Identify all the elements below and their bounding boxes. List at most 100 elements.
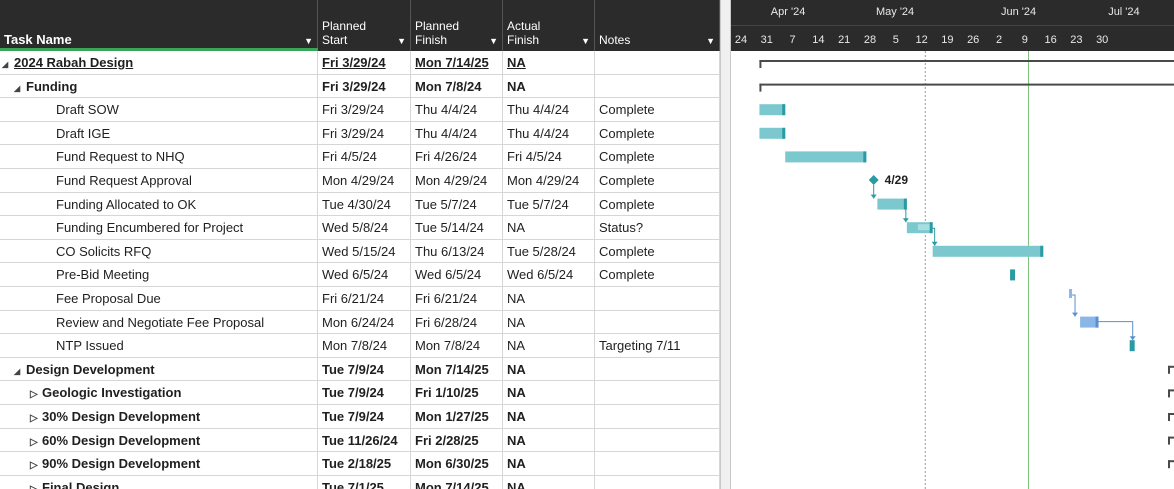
cell-actual[interactable]: NA [503, 334, 595, 358]
expand-toggle-icon[interactable]: ▷ [30, 407, 42, 428]
cell-notes[interactable]: Complete [595, 169, 720, 193]
cell-name[interactable]: ▷Final Design [0, 475, 318, 489]
cell-start[interactable]: Tue 4/30/24 [318, 192, 411, 217]
cell-name[interactable]: Draft SOW [0, 98, 318, 122]
cell-notes[interactable] [595, 74, 720, 99]
cell-actual[interactable]: NA [503, 51, 595, 75]
cell-name[interactable]: NTP Issued [0, 334, 318, 358]
cell-finish[interactable]: Thu 4/4/24 [411, 98, 503, 122]
column-header-planned-start[interactable]: Planned Start ▼ [318, 0, 411, 51]
expand-toggle-icon[interactable]: ▷ [30, 431, 42, 452]
cell-start[interactable]: Wed 5/8/24 [318, 216, 411, 240]
cell-notes[interactable]: Complete [595, 239, 720, 264]
cell-finish[interactable]: Thu 4/4/24 [411, 121, 503, 146]
dropdown-arrow-icon[interactable]: ▼ [706, 36, 715, 46]
cell-notes[interactable] [595, 428, 720, 453]
cell-notes[interactable]: Complete [595, 121, 720, 146]
cell-actual[interactable]: NA [503, 216, 595, 240]
cell-name[interactable]: Funding Allocated to OK [0, 192, 318, 217]
collapse-toggle-icon[interactable]: ◢ [2, 53, 14, 74]
cell-actual[interactable]: Mon 4/29/24 [503, 169, 595, 193]
table-row[interactable]: Fund Request to NHQ Fri 4/5/24 Fri 4/26/24… [0, 145, 720, 169]
cell-actual[interactable]: Tue 5/7/24 [503, 192, 595, 217]
cell-finish[interactable]: Fri 2/28/25 [411, 428, 503, 453]
column-header-task-name[interactable]: Task Name ▼ [0, 0, 318, 51]
dropdown-arrow-icon[interactable]: ▼ [304, 36, 313, 46]
cell-finish[interactable]: Fri 1/10/25 [411, 381, 503, 405]
cell-actual[interactable]: Fri 4/5/24 [503, 145, 595, 169]
cell-notes[interactable]: Complete [595, 98, 720, 122]
cell-actual[interactable]: Tue 5/28/24 [503, 239, 595, 264]
cell-start[interactable]: Fri 3/29/24 [318, 74, 411, 99]
table-row[interactable]: Fee Proposal Due Fri 6/21/24 Fri 6/21/24 NA [0, 287, 720, 311]
cell-notes[interactable] [595, 51, 720, 75]
cell-actual[interactable]: NA [503, 74, 595, 99]
cell-start[interactable]: Fri 6/21/24 [318, 287, 411, 311]
cell-name[interactable]: Pre-Bid Meeting [0, 263, 318, 287]
cell-notes[interactable]: Complete [595, 263, 720, 287]
cell-start[interactable]: Tue 7/1/25 [318, 475, 411, 489]
cell-finish[interactable]: Mon 6/30/25 [411, 452, 503, 476]
cell-start[interactable]: Fri 3/29/24 [318, 98, 411, 122]
column-header-planned-finish[interactable]: Planned Finish ▼ [411, 0, 503, 51]
cell-start[interactable]: Tue 7/9/24 [318, 357, 411, 382]
cell-notes[interactable]: Complete [595, 192, 720, 217]
cell-start[interactable]: Mon 7/8/24 [318, 334, 411, 358]
cell-notes[interactable] [595, 287, 720, 311]
table-row[interactable]: Draft SOW Fri 3/29/24 Thu 4/4/24 Thu 4/4/24… [0, 98, 720, 122]
table-row[interactable]: Funding Allocated to OK Tue 4/30/24 Tue 5/… [0, 192, 720, 217]
cell-actual[interactable]: NA [503, 405, 595, 429]
table-row[interactable]: ▷ 30% Design Development Tue 7/9/24 Mon 1/2… [0, 405, 720, 429]
table-row[interactable]: ◢ 2024 Rabah Design Fri 3/29/24 Mon 7/14/25… [0, 51, 720, 75]
cell-finish[interactable]: Fri 6/21/24 [411, 287, 503, 311]
cell-name[interactable]: ▷ Geologic Investigation [0, 381, 318, 405]
cell-actual[interactable]: NA [503, 381, 595, 405]
cell-name[interactable]: ◢ Design Development [0, 357, 318, 382]
cell-start[interactable]: Tue 7/9/24 [318, 381, 411, 405]
cell-name[interactable]: Funding Encumbered for Project [0, 216, 318, 240]
cell-name[interactable]: Review and Negotiate Fee Proposal [0, 310, 318, 335]
cell-start[interactable]: Mon 4/29/24 [318, 169, 411, 193]
table-row[interactable]: ▷Final Design Tue 7/1/25 Mon 7/14/25 NA [0, 475, 720, 489]
cell-notes[interactable] [595, 310, 720, 335]
cell-start[interactable]: Mon 6/24/24 [318, 310, 411, 335]
cell-start[interactable]: Tue 11/26/24 [318, 428, 411, 453]
cell-finish[interactable]: Mon 7/8/24 [411, 74, 503, 99]
cell-notes[interactable]: Complete [595, 145, 720, 169]
cell-start[interactable]: Tue 7/9/24 [318, 405, 411, 429]
cell-start[interactable]: Wed 5/15/24 [318, 239, 411, 264]
cell-finish[interactable]: Mon 7/14/25 [411, 357, 503, 382]
table-row[interactable]: NTP Issued Mon 7/8/24 Mon 7/8/24 NA Targetin… [0, 334, 720, 358]
cell-actual[interactable]: NA [503, 475, 595, 489]
cell-finish[interactable]: Fri 4/26/24 [411, 145, 503, 169]
table-row[interactable]: ▷ 90% Design Development Tue 2/18/25 Mon 6/… [0, 452, 720, 476]
table-row[interactable]: Review and Negotiate Fee Proposal Mon 6/2… [0, 310, 720, 335]
table-row[interactable]: ▷ Geologic Investigation Tue 7/9/24 Fri 1/1… [0, 381, 720, 405]
cell-notes[interactable] [595, 381, 720, 405]
expand-toggle-icon[interactable]: ▷ [30, 478, 42, 489]
table-row[interactable]: ◢ Design Development Tue 7/9/24 Mon 7/14/25… [0, 357, 720, 382]
cell-notes[interactable] [595, 405, 720, 429]
collapse-toggle-icon[interactable]: ◢ [14, 360, 26, 381]
cell-finish[interactable]: Mon 7/14/25 [411, 475, 503, 489]
table-row[interactable]: ◢ Funding Fri 3/29/24 Mon 7/8/24 NA [0, 74, 720, 99]
cell-actual[interactable]: NA [503, 428, 595, 453]
cell-finish[interactable]: Mon 7/14/25 [411, 51, 503, 75]
dropdown-arrow-icon[interactable]: ▼ [397, 36, 406, 46]
cell-start[interactable]: Fri 3/29/24 [318, 121, 411, 146]
cell-start[interactable]: Fri 4/5/24 [318, 145, 411, 169]
table-row[interactable]: ▷ 60% Design Development Tue 11/26/24 Fri 2… [0, 428, 720, 453]
table-row[interactable]: CO Solicits RFQ Wed 5/15/24 Thu 6/13/24 Tue… [0, 239, 720, 264]
cell-name[interactable]: ◢ 2024 Rabah Design [0, 51, 318, 75]
cell-actual[interactable]: NA [503, 357, 595, 382]
cell-finish[interactable]: Tue 5/7/24 [411, 192, 503, 217]
cell-name[interactable]: ▷ 30% Design Development [0, 405, 318, 429]
column-header-notes[interactable]: Notes ▼ [595, 0, 720, 51]
dropdown-arrow-icon[interactable]: ▼ [581, 36, 590, 46]
cell-name[interactable]: CO Solicits RFQ [0, 239, 318, 264]
cell-finish[interactable]: Wed 6/5/24 [411, 263, 503, 287]
cell-finish[interactable]: Fri 6/28/24 [411, 310, 503, 335]
cell-actual[interactable]: NA [503, 287, 595, 311]
cell-name[interactable]: ▷ 90% Design Development [0, 452, 318, 476]
cell-start[interactable]: Tue 2/18/25 [318, 452, 411, 476]
